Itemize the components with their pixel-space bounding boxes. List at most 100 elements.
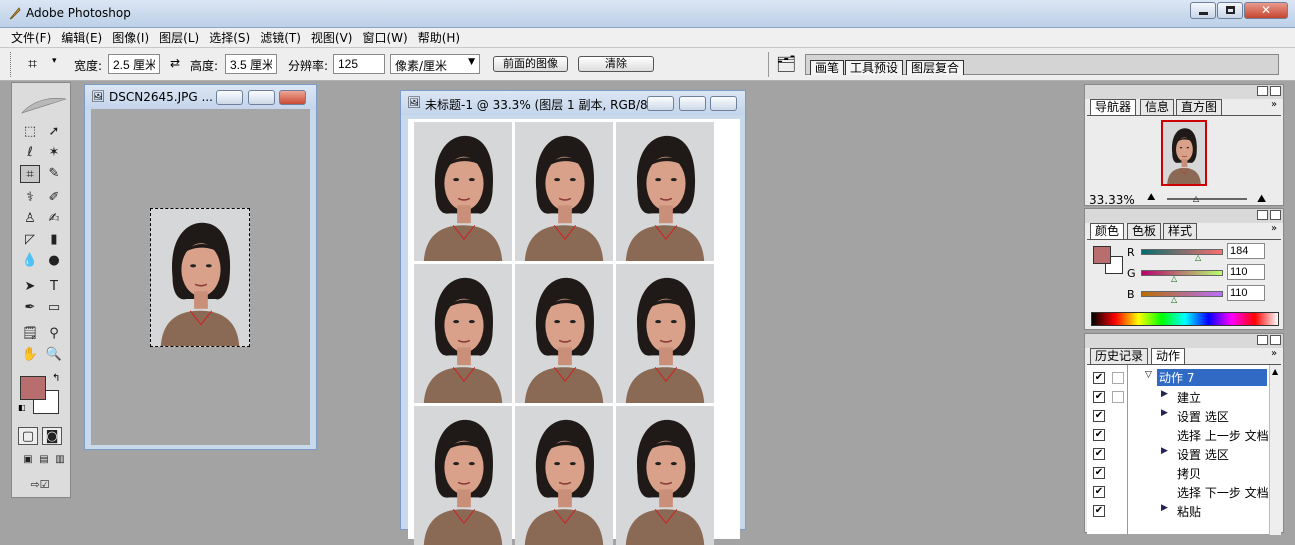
clear-button[interactable]: 清除 <box>578 56 654 72</box>
g-slider[interactable] <box>1141 270 1223 276</box>
chevron-down-icon[interactable]: ▾ <box>52 56 57 66</box>
g-value-input[interactable] <box>1227 264 1265 280</box>
triangle-right-icon[interactable]: ▶ <box>1161 503 1168 513</box>
default-colors-icon[interactable]: ◧ <box>18 403 26 412</box>
action-label[interactable]: 设置 选区 <box>1177 446 1229 463</box>
action-label[interactable]: 选择 上一步 文档 <box>1177 427 1269 444</box>
close-button[interactable]: ✕ <box>1244 2 1288 19</box>
tab-actions[interactable]: 动作 <box>1151 348 1186 364</box>
action-label[interactable]: 动作 7 <box>1157 369 1267 386</box>
blur-tool-icon[interactable]: 💧 <box>20 252 40 270</box>
panel-close-button[interactable] <box>1270 335 1281 345</box>
menu-filter[interactable]: 滤镜(T) <box>255 29 306 46</box>
tab-histogram[interactable]: 直方图 <box>1176 99 1223 115</box>
foreground-color-swatch[interactable] <box>20 376 46 400</box>
panel-close-button[interactable] <box>1270 86 1281 96</box>
height-input[interactable] <box>225 54 277 74</box>
menu-image[interactable]: 图像(I) <box>107 29 154 46</box>
path-selection-tool-icon[interactable]: ➤ <box>20 278 40 296</box>
crop-tool-preset-icon[interactable]: ⌗ <box>28 54 37 74</box>
action-label[interactable]: 拷贝 <box>1177 465 1201 482</box>
slider-handle-icon[interactable]: △ <box>1171 295 1177 304</box>
menu-select[interactable]: 选择(S) <box>204 29 255 46</box>
scroll-up-icon[interactable]: ▲ <box>1272 367 1278 376</box>
checkbox-icon[interactable]: ✔ <box>1093 391 1105 403</box>
color-foreground-swatch[interactable] <box>1093 246 1111 264</box>
r-value-input[interactable] <box>1227 243 1265 259</box>
pen-tool-icon[interactable]: ✒ <box>20 299 40 317</box>
triangle-right-icon[interactable]: ▶ <box>1161 446 1168 456</box>
shape-tool-icon[interactable]: ▭ <box>44 299 64 317</box>
standard-mode-icon[interactable]: ▢ <box>18 427 38 445</box>
hand-tool-icon[interactable]: ✋ <box>20 346 40 364</box>
slider-handle-icon[interactable]: △ <box>1171 274 1177 283</box>
action-label[interactable]: 设置 选区 <box>1177 408 1229 425</box>
sheet-portrait-photo[interactable] <box>414 406 512 545</box>
notes-tool-icon[interactable]: 🗒 <box>20 325 40 343</box>
width-input[interactable] <box>108 54 160 74</box>
doc-minimize-button[interactable] <box>216 90 243 105</box>
front-image-button[interactable]: 前面的图像 <box>493 56 568 72</box>
menu-view[interactable]: 视图(V) <box>306 29 358 46</box>
swap-icon[interactable]: ⇄ <box>170 56 180 70</box>
action-label[interactable]: 粘贴 <box>1177 503 1201 520</box>
list-item[interactable]: ✔ ▽ 动作 7 <box>1087 369 1283 388</box>
navigator-zoom-slider[interactable] <box>1167 198 1247 200</box>
panel-menu-icon[interactable]: » <box>1271 99 1277 110</box>
tab-navigator[interactable]: 导航器 <box>1090 99 1137 115</box>
list-item[interactable]: ✔ 拷贝 <box>1087 464 1283 483</box>
doc-restore-button[interactable] <box>679 96 706 111</box>
quick-mask-mode-icon[interactable]: ◙ <box>42 427 62 445</box>
dialog-toggle[interactable] <box>1112 372 1124 384</box>
palette-well-tab-layer-comps[interactable]: 图层复合 <box>906 60 965 75</box>
zoom-in-icon[interactable]: ⛰ <box>1257 192 1266 206</box>
checkbox-icon[interactable]: ✔ <box>1093 448 1105 460</box>
sheet-portrait-photo[interactable] <box>414 122 512 261</box>
panel-minimize-button[interactable] <box>1257 86 1268 96</box>
panel-menu-icon[interactable]: » <box>1271 223 1277 234</box>
dodge-tool-icon[interactable]: ● <box>44 252 64 270</box>
document-canvas-area[interactable] <box>91 109 310 445</box>
file-browser-icon[interactable]: 🗂 <box>776 54 796 73</box>
list-item[interactable]: ✔ ▶ 设置 选区 <box>1087 445 1283 464</box>
checkbox-icon[interactable]: ✔ <box>1093 410 1105 422</box>
tab-color[interactable]: 颜色 <box>1090 223 1125 239</box>
doc-close-button[interactable] <box>279 90 306 105</box>
menu-window[interactable]: 窗口(W) <box>357 29 412 46</box>
b-slider[interactable] <box>1141 291 1223 297</box>
slider-handle-icon[interactable]: △ <box>1195 253 1201 262</box>
triangle-down-icon[interactable]: ▽ <box>1145 370 1152 380</box>
jump-to-imageready-icon[interactable]: ⇨☑ <box>20 476 60 494</box>
magic-wand-tool-icon[interactable]: ✶ <box>44 144 64 162</box>
triangle-right-icon[interactable]: ▶ <box>1161 389 1168 399</box>
zoom-out-icon[interactable]: ⛰ <box>1147 192 1155 203</box>
gradient-tool-icon[interactable]: ▮ <box>44 231 64 249</box>
resolution-unit-select[interactable]: 像素/厘米 ▼ <box>390 54 480 74</box>
navigator-zoom-value[interactable]: 33.33% <box>1089 193 1135 207</box>
photo-sheet-canvas[interactable] <box>408 119 740 545</box>
list-item[interactable]: ✔ 选择 下一步 文档 <box>1087 483 1283 502</box>
clone-stamp-tool-icon[interactable]: ♙ <box>20 210 40 228</box>
navigator-thumbnail[interactable] <box>1161 120 1207 186</box>
list-item[interactable]: ✔ ▶ 设置 选区 <box>1087 407 1283 426</box>
doc-restore-button[interactable] <box>248 90 275 105</box>
menu-layer[interactable]: 图层(L) <box>154 29 204 46</box>
navigator-preview-area[interactable] <box>1087 115 1281 191</box>
panel-minimize-button[interactable] <box>1257 335 1268 345</box>
zoom-tool-icon[interactable]: 🔍 <box>44 346 64 364</box>
b-value-input[interactable] <box>1227 285 1265 301</box>
document-window-layout[interactable]: 🖼 未标题-1 @ 33.3% (图层 1 副本, RGB/8) <box>400 90 746 545</box>
panel-minimize-button[interactable] <box>1257 210 1268 220</box>
tab-swatches[interactable]: 色板 <box>1127 223 1162 239</box>
healing-brush-tool-icon[interactable]: ⚕ <box>20 189 40 207</box>
color-spectrum-ramp[interactable] <box>1091 312 1279 326</box>
panel-menu-icon[interactable]: » <box>1271 348 1277 359</box>
checkbox-icon[interactable]: ✔ <box>1093 505 1105 517</box>
r-slider[interactable] <box>1141 249 1223 255</box>
eyedropper-tool-icon[interactable]: ⚲ <box>44 325 64 343</box>
document-window-source[interactable]: 🖼 DSCN2645.JPG ... <box>84 84 317 450</box>
list-item[interactable]: ✔ ▶ 建立 <box>1087 388 1283 407</box>
checkbox-icon[interactable]: ✔ <box>1093 429 1105 441</box>
menu-help[interactable]: 帮助(H) <box>413 29 465 46</box>
sheet-portrait-photo[interactable] <box>616 406 714 545</box>
